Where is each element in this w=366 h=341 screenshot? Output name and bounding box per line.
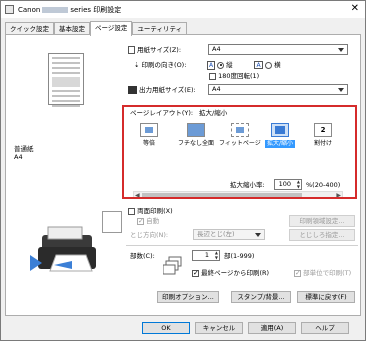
output-size-icon [128,86,137,94]
print-options-button[interactable]: 印刷オプション... [157,291,219,303]
media-type-label: 普通紙 A4 [14,145,34,161]
window-title: Canon series 印刷設定 [18,5,122,14]
duplex-checkbox[interactable] [128,207,135,215]
print-area-button[interactable]: 印刷領域設定... [289,215,355,227]
orientation-icon: ⇣ [134,61,140,69]
portrait-icon: A [207,61,215,70]
help-button[interactable]: ヘルプ [301,322,349,334]
duplex-auto-option[interactable]: 自動 [137,216,159,226]
page-size-select[interactable]: A4 [208,44,348,55]
preview-area: 普通紙 A4 [14,47,118,173]
orientation-label: ⇣ 印刷の向き(O): [134,61,187,69]
cancel-button[interactable]: キャンセル [195,322,243,334]
ok-button[interactable]: OK [142,322,190,334]
binding-side-label: とじ方向(N): [130,231,169,239]
redacted-model [42,6,69,13]
copies-stack-icon [163,256,182,275]
highlight-box [122,105,357,199]
duplex-auto-checkbox[interactable] [137,217,144,225]
orientation-portrait[interactable]: A 縦 [207,60,233,70]
close-icon[interactable]: ✕ [351,4,359,14]
printer-illustration-icon [30,226,96,272]
title-bar: Canon series 印刷設定 ✕ [1,1,365,18]
landscape-icon: A [254,61,263,69]
print-settings-window: Canon series 印刷設定 ✕ クイック設定 基本設定 ページ設定 ユーテ… [0,0,366,341]
rotate-180-checkbox[interactable] [209,72,216,80]
landscape-radio[interactable] [265,61,273,69]
copies-input[interactable]: 1 ▲ ▼ [192,250,220,261]
copies-spin-icon[interactable]: ▲ ▼ [215,250,218,260]
page-size-icon [128,46,135,54]
printer-app-icon [5,5,14,14]
last-page-first-checkbox[interactable] [192,269,199,277]
portrait-radio[interactable] [217,61,225,69]
print-last-page-first[interactable]: 最終ページから印刷(R) [192,268,269,278]
copies-label: 部数(C): [130,252,155,260]
divider [126,245,358,246]
apply-button[interactable]: 適用(A) [248,322,296,334]
page-size-label: 用紙サイズ(Z): [128,45,181,55]
binding-margin-button[interactable]: とじしろ指定... [289,229,355,241]
output-size-select[interactable]: A4 [208,84,348,95]
orientation-landscape[interactable]: A 横 [254,60,281,70]
tab-page-setup[interactable]: ページ設定 [90,21,133,36]
copies-range: 部(1-999) [224,252,255,260]
duplex-option[interactable]: 両面印刷(X) [128,206,173,216]
output-size-label: 出力用紙サイズ(E): [128,85,196,95]
collate[interactable]: 部単位で印刷(T) [294,268,351,278]
defaults-button[interactable]: 標準に戻す(F) [297,291,355,303]
tab-strip: クイック設定 基本設定 ページ設定 ユーティリティ [5,21,188,36]
collate-checkbox[interactable] [294,269,301,277]
stamp-background-button[interactable]: スタンプ/背景... [231,291,291,303]
page-preview-icon [48,53,84,107]
rotate-180-option[interactable]: 180度回転(1) [209,71,259,81]
dialog-button-bar: OK キャンセル 適用(A) ヘルプ [1,319,365,341]
binding-side-select[interactable]: 長辺とじ(左) [193,229,265,240]
